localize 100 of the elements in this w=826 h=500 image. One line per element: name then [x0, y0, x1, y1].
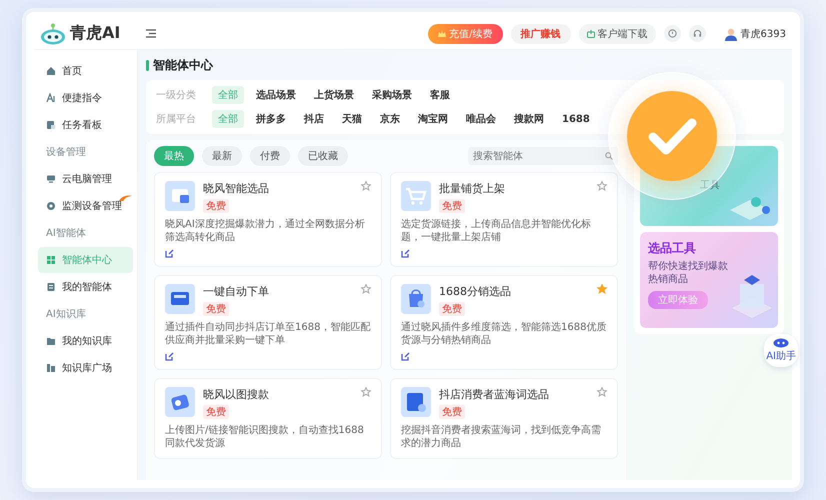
agent-title: 批量铺货上架	[439, 181, 505, 196]
price-tag: 免费	[203, 302, 229, 316]
agent-title: 抖店消费者蓝海词选品	[439, 387, 549, 402]
ai-assistant-button[interactable]: AI助手	[764, 334, 798, 367]
agent-title: 晓风智能选品	[203, 181, 269, 196]
sidebar-item[interactable]: 首页	[38, 58, 133, 84]
title-accent-bar	[146, 60, 149, 70]
agent-description: 通过晓风插件多维度筛选，智能筛选1688优质货源与分销热销商品	[401, 321, 607, 347]
agent-icon	[165, 284, 195, 314]
filter-option[interactable]: 淘宝网	[412, 110, 454, 128]
edit-icon[interactable]	[165, 249, 174, 258]
banner-subtitle: 帮你快速找到爆款热销商品	[648, 260, 728, 286]
star-icon[interactable]	[361, 284, 371, 294]
disc-icon	[46, 201, 56, 211]
headset-button[interactable]	[688, 25, 706, 42]
edit-icon[interactable]	[401, 352, 410, 361]
sort-tab[interactable]: 最新	[202, 146, 242, 166]
sidebar-item[interactable]: 我的智能体	[38, 274, 133, 300]
filter-option[interactable]: 京东	[374, 110, 406, 128]
filter-option[interactable]: 选品场景	[250, 86, 302, 104]
sidebar-item[interactable]: 知识库广场	[38, 355, 133, 381]
books-icon	[46, 363, 56, 373]
filter-option[interactable]: 搜款网	[508, 110, 550, 128]
agent-card[interactable]: 一键自动下单 免费 通过插件自动同步抖店订单至1688，智能匹配供应商并批量采购一键下单	[154, 275, 382, 370]
help-button[interactable]	[664, 25, 681, 42]
price-tag: 免费	[203, 199, 229, 213]
filter-option[interactable]: 上货场景	[308, 86, 360, 104]
price-tag: 免费	[439, 405, 465, 419]
monitor-icon	[46, 174, 56, 184]
star-icon[interactable]	[361, 181, 371, 191]
star-icon[interactable]	[597, 181, 607, 191]
filter-option[interactable]: 唯品会	[460, 110, 502, 128]
filter-option[interactable]: 抖店	[298, 110, 330, 128]
sidebar-item[interactable]: 任务看板	[38, 112, 133, 138]
document-icon	[46, 120, 56, 130]
price-tag: 免费	[439, 302, 465, 316]
download-button[interactable]: 客户端下载	[578, 24, 656, 44]
app-name: 青虎AI	[70, 23, 120, 44]
filter-label: 一级分类	[156, 88, 197, 102]
agent-icon	[401, 387, 431, 417]
agent-card[interactable]: 晓风以图搜款 免费 上传图片/链接智能识图搜款，自动查找1688同款代发货源	[154, 378, 382, 459]
agent-card[interactable]: 1688分销选品 免费 通过晓风插件多维度筛选，智能筛选1688优质货源与分销热销商品	[390, 275, 618, 370]
sort-tab[interactable]: 已收藏	[298, 146, 348, 166]
robot-logo-icon	[40, 22, 66, 44]
sidebar-item[interactable]: 我的知识库	[38, 328, 133, 354]
grid-icon	[46, 255, 56, 265]
banner-title: 工具	[699, 179, 720, 192]
edit-icon[interactable]	[401, 249, 410, 258]
search-field[interactable]: 搜索智能体	[468, 147, 618, 165]
agent-icon	[165, 387, 195, 417]
user-avatar-icon[interactable]	[724, 26, 738, 40]
banner-title: 选品工具	[648, 240, 697, 257]
sort-tab[interactable]: 付费	[250, 146, 290, 166]
section-label: AI知识库	[45, 308, 87, 322]
star-icon[interactable]	[597, 284, 607, 294]
agent-title: 一键自动下单	[203, 284, 269, 299]
user-name[interactable]: 青虎6393	[740, 26, 786, 40]
filter-option[interactable]: 采购场景	[366, 86, 418, 104]
ai-icon	[46, 93, 56, 103]
agent-icon	[165, 181, 195, 211]
search-icon	[605, 152, 613, 160]
price-tag: 免费	[203, 405, 229, 419]
home-icon	[46, 66, 56, 76]
filter-option[interactable]: 天猫	[336, 110, 368, 128]
agent-description: 晓风AI深度挖掘爆款潜力，通过全网数据分析筛选高转化商品	[165, 218, 366, 244]
page-title: 智能体中心	[153, 56, 213, 74]
agent-card[interactable]: 批量铺货上架 免费 选定货源链接，上传商品信息并智能优化标题，一键批量上架店铺	[390, 172, 618, 267]
agent-title: 晓风以图搜款	[203, 387, 269, 402]
section-label: AI智能体	[45, 226, 87, 241]
star-icon[interactable]	[597, 387, 607, 397]
section-label: 设备管理	[45, 146, 87, 160]
filter-option[interactable]: 1688	[556, 112, 596, 126]
agent-description: 通过插件自动同步抖店订单至1688，智能匹配供应商并批量采购一键下单	[165, 321, 371, 347]
filter-option[interactable]: 拼多多	[250, 110, 292, 128]
price-tag: 免费	[439, 199, 465, 213]
agent-card[interactable]: 抖店消费者蓝海词选品 免费 挖掘抖音消费者搜索蓝海词，找到低竞争高需求的潜力商品	[390, 378, 618, 459]
clock-icon	[668, 29, 677, 38]
promote-button[interactable]: 推广赚钱	[510, 24, 571, 44]
star-icon[interactable]	[361, 387, 371, 397]
agent-description: 上传图片/链接智能识图搜款，自动查找1688同款代发货源	[165, 424, 365, 450]
flame-badge-icon	[119, 195, 132, 201]
sidebar-item[interactable]: 监测设备管理	[38, 193, 133, 219]
tool-banner[interactable]: 选品工具 帮你快速找到爆款热销商品 立即体验	[640, 232, 778, 328]
filter-option[interactable]: 客服	[424, 86, 456, 104]
download-icon	[586, 30, 595, 38]
filter-label: 所属平台	[156, 112, 197, 126]
robot-icon	[773, 338, 790, 348]
agent-description: 选定货源链接，上传商品信息并智能优化标题，一键批量上架店铺	[401, 218, 592, 244]
agent-card[interactable]: 晓风智能选品 免费 晓风AI深度挖掘爆款潜力，通过全网数据分析筛选高转化商品	[154, 172, 382, 267]
menu-icon[interactable]	[146, 29, 156, 38]
agent-description: 挖掘抖音消费者搜索蓝海词，找到低竞争高需求的潜力商品	[401, 424, 602, 450]
sidebar-item[interactable]: 便捷指令	[38, 85, 133, 111]
agent-icon	[401, 181, 431, 211]
folder-icon	[46, 336, 56, 346]
list-icon	[46, 282, 56, 292]
sidebar-item[interactable]: 云电脑管理	[38, 166, 133, 192]
headset-icon	[692, 29, 702, 38]
edit-icon[interactable]	[165, 352, 174, 361]
crown-icon	[438, 30, 446, 38]
agent-title: 1688分销选品	[439, 284, 511, 299]
